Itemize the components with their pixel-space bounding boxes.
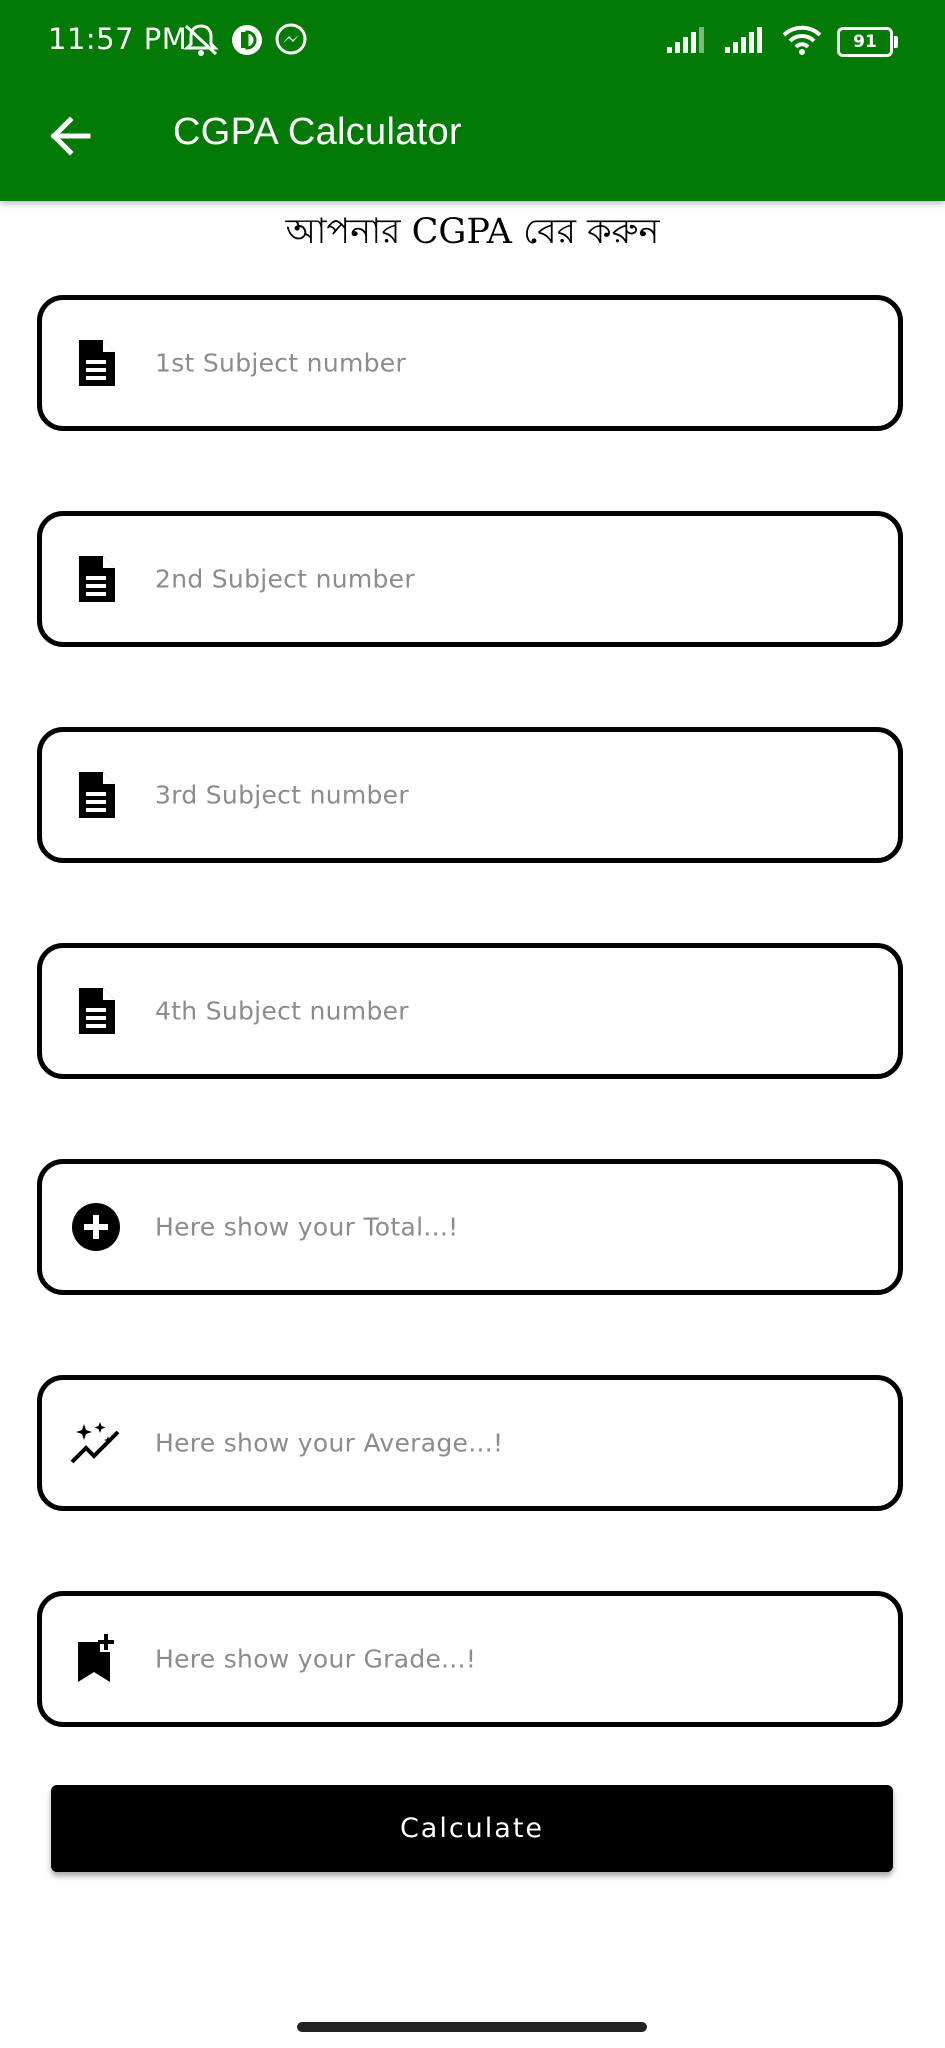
arrow-back-icon [50, 116, 91, 156]
subject-4-input[interactable]: 4th Subject number [37, 943, 903, 1079]
average-placeholder: Here show your Average...! [155, 1428, 504, 1458]
status-bar: 11:57 PM 91 [0, 0, 945, 84]
status-time: 11:57 PM [48, 22, 188, 56]
signal-icon [665, 25, 709, 59]
app-notification-icon [230, 23, 264, 61]
page-title: CGPA Calculator [173, 111, 462, 153]
average-output-field[interactable]: Here show your Average...! [37, 1375, 903, 1511]
total-output-field[interactable]: Here show your Total...! [37, 1159, 903, 1295]
grade-placeholder: Here show your Grade...! [155, 1644, 477, 1674]
add-circle-icon [68, 1199, 124, 1255]
subject-2-input[interactable]: 2nd Subject number [37, 511, 903, 647]
document-icon [68, 767, 124, 823]
back-button[interactable] [42, 108, 98, 164]
battery-level: 91 [853, 31, 877, 52]
app-bar: 11:57 PM 91 CGPA Calculator [0, 0, 945, 201]
subject-3-placeholder: 3rd Subject number [155, 780, 409, 810]
document-icon [68, 983, 124, 1039]
status-left-icons [182, 22, 308, 62]
toolbar: CGPA Calculator [0, 84, 945, 201]
grade-output-field[interactable]: Here show your Grade...! [37, 1591, 903, 1727]
status-right-icons: 91 [665, 24, 898, 60]
sparkle-chart-icon [68, 1415, 124, 1471]
bookmark-add-icon [68, 1631, 124, 1687]
section-heading: আপনার CGPA বের করুন [285, 212, 660, 252]
document-icon [68, 551, 124, 607]
messenger-icon [274, 23, 308, 61]
subject-1-input[interactable]: 1st Subject number [37, 295, 903, 431]
document-icon [68, 335, 124, 391]
home-indicator[interactable] [297, 2022, 647, 2032]
subject-2-placeholder: 2nd Subject number [155, 564, 415, 594]
subject-4-placeholder: 4th Subject number [155, 996, 409, 1026]
total-placeholder: Here show your Total...! [155, 1212, 459, 1242]
battery-icon: 91 [837, 27, 898, 57]
wifi-icon [781, 24, 823, 60]
signal-icon [723, 25, 767, 59]
calculate-button[interactable]: Calculate [51, 1785, 893, 1872]
subject-1-placeholder: 1st Subject number [155, 348, 407, 378]
subject-3-input[interactable]: 3rd Subject number [37, 727, 903, 863]
notifications-off-icon [182, 22, 220, 62]
